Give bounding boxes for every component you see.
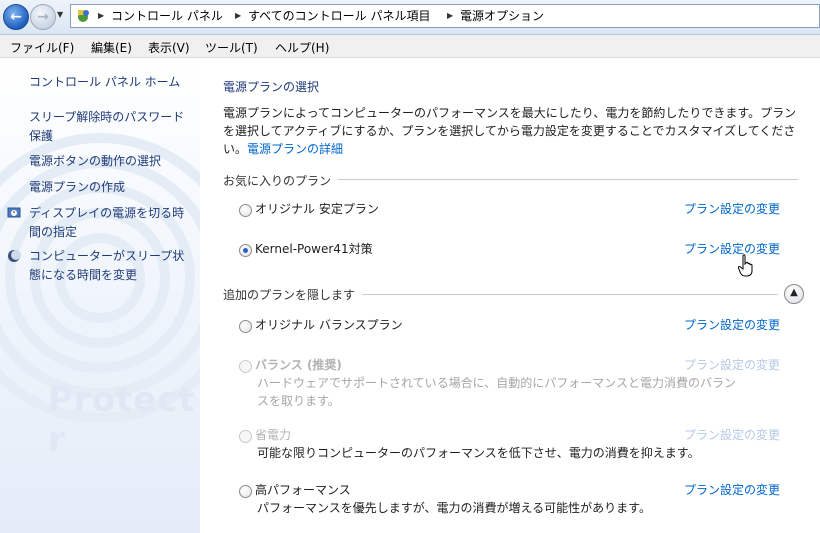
breadcrumb-power-options[interactable]: 電源オプション: [460, 7, 544, 25]
history-dropdown-icon[interactable]: ▼: [57, 10, 63, 19]
main-content: 電源プランの選択 電源プランによってコンピューターのパフォーマンスを最大にしたり…: [200, 58, 820, 533]
display-schedule-icon: [7, 207, 21, 218]
plan-radio-balanced: [239, 360, 252, 373]
plan-name-kernel-power[interactable]: Kernel-Power41対策: [255, 240, 373, 257]
forward-button[interactable]: →: [30, 4, 56, 30]
divider: [338, 179, 798, 180]
change-plan-settings-link[interactable]: プラン設定の変更: [684, 316, 780, 333]
menu-help[interactable]: ヘルプ(H): [275, 39, 329, 56]
menu-edit[interactable]: 編集(E): [91, 39, 132, 56]
plan-radio-kernel-power[interactable]: [239, 244, 252, 257]
description-line: スを取ります。: [257, 394, 340, 408]
plan-description-power-saver: 可能な限りコンピューターのパフォーマンスを低下させ、電力の消費を抑えます。: [257, 446, 700, 460]
description-line: 電源プランによってコンピューターのパフォーマンスを最大にしたり、電力を節約したり…: [223, 106, 797, 120]
change-plan-settings-link[interactable]: プラン設定の変更: [684, 481, 780, 498]
collapse-chevron-up-icon[interactable]: ▲: [784, 284, 804, 304]
description-line: ハードウェアでサポートされている場合に、自動的にパフォーマンスと電力消費のバラン: [257, 376, 737, 390]
description-line: い。: [223, 142, 248, 156]
hand-cursor-icon: [738, 254, 753, 277]
sidebar-item-label: コンピューターがスリープ状: [29, 249, 185, 263]
change-plan-settings-link: プラン設定の変更: [684, 358, 781, 372]
plan-name-original-balanced[interactable]: オリジナル バランスプラン: [255, 316, 403, 333]
divider: [362, 294, 778, 295]
control-panel-icon: [78, 10, 89, 22]
plan-radio-power-saver: [239, 430, 252, 443]
menu-view[interactable]: 表示(V): [148, 39, 190, 56]
breadcrumb-separator-icon[interactable]: ▶: [98, 7, 104, 25]
breadcrumb-separator-icon[interactable]: ▶: [235, 7, 241, 25]
back-button[interactable]: ←: [3, 4, 29, 30]
breadcrumb-all-items[interactable]: すべてのコントロール パネル項目: [248, 7, 431, 25]
change-plan-settings-link[interactable]: プラン設定の変更: [684, 200, 780, 217]
sidebar-item-label: スリープ解除時のパスワード: [29, 110, 185, 124]
sidebar-item-wake-password[interactable]: スリープ解除時のパスワード 保護: [29, 108, 184, 146]
sidebar-item-label: 間の指定: [29, 225, 78, 239]
sleep-moon-icon: [8, 250, 21, 262]
plan-name-stable[interactable]: オリジナル 安定プラン: [255, 200, 379, 217]
sidebar-item-label: ディスプレイの電源を切る時: [29, 206, 185, 220]
forward-arrow-icon: →: [37, 9, 49, 25]
plan-description-high-performance: パフォーマンスを優先しますが、電力の消費が増える可能性があります。: [257, 501, 651, 515]
back-arrow-icon: ←: [10, 9, 22, 25]
page-description: 電源プランによってコンピューターのパフォーマンスを最大にしたり、電力を節約したり…: [223, 104, 803, 158]
breadcrumb[interactable]: ▶ コントロール パネル ▶ すべてのコントロール パネル項目 ▶ 電源オプショ…: [70, 4, 820, 28]
menu-file[interactable]: ファイル(F): [10, 39, 74, 56]
plan-name-balanced: バランス (推奨): [255, 358, 342, 372]
menu-tools[interactable]: ツール(T): [205, 39, 258, 56]
menu-bar: ファイル(F) 編集(E) 表示(V) ツール(T) ヘルプ(H): [0, 35, 820, 58]
power-plan-details-link[interactable]: 電源プランの詳細: [247, 142, 343, 156]
sidebar-control-panel-home[interactable]: コントロール パネル ホーム: [29, 73, 180, 92]
sidebar-watermark: Protect r: [48, 380, 196, 460]
sidebar-item-display-off[interactable]: ディスプレイの電源を切る時 間の指定: [29, 204, 184, 242]
sidebar: Protect r コントロール パネル ホーム スリープ解除時のパスワード 保…: [0, 58, 200, 533]
breadcrumb-control-panel[interactable]: コントロール パネル: [111, 7, 223, 25]
plan-name-high-performance[interactable]: 高パフォーマンス: [255, 481, 351, 498]
sidebar-item-label: 保護: [29, 129, 54, 143]
change-plan-settings-link[interactable]: プラン設定の変更: [684, 240, 780, 257]
plan-radio-stable[interactable]: [239, 204, 252, 217]
change-plan-settings-link: プラン設定の変更: [684, 428, 781, 442]
sidebar-item-label: 態になる時間を変更: [29, 268, 138, 282]
plan-description-balanced: ハードウェアでサポートされている場合に、自動的にパフォーマンスと電力消費のバラン…: [257, 374, 736, 410]
sidebar-item-sleep-time[interactable]: コンピューターがスリープ状 態になる時間を変更: [29, 247, 184, 285]
sidebar-item-create-plan[interactable]: 電源プランの作成: [29, 178, 125, 197]
page-title: 電源プランの選択: [223, 80, 320, 94]
plan-name-power-saver: 省電力: [255, 428, 292, 442]
plan-radio-high-performance[interactable]: [239, 485, 252, 498]
address-bar: ← → ▼ ▶ コントロール パネル ▶ すべてのコントロール パネル項目 ▶ …: [0, 0, 820, 35]
breadcrumb-separator-icon[interactable]: ▶: [447, 7, 453, 25]
favorites-group-header: お気に入りのプラン: [223, 174, 332, 188]
description-line: を選択してアクティブにするか、プランを選択してから電力設定を変更することでカスタ…: [223, 124, 796, 138]
plan-radio-original-balanced[interactable]: [239, 320, 252, 333]
hidden-plans-group-header[interactable]: 追加のプランを隠します: [223, 286, 355, 303]
sidebar-item-power-button[interactable]: 電源ボタンの動作の選択: [29, 152, 161, 171]
